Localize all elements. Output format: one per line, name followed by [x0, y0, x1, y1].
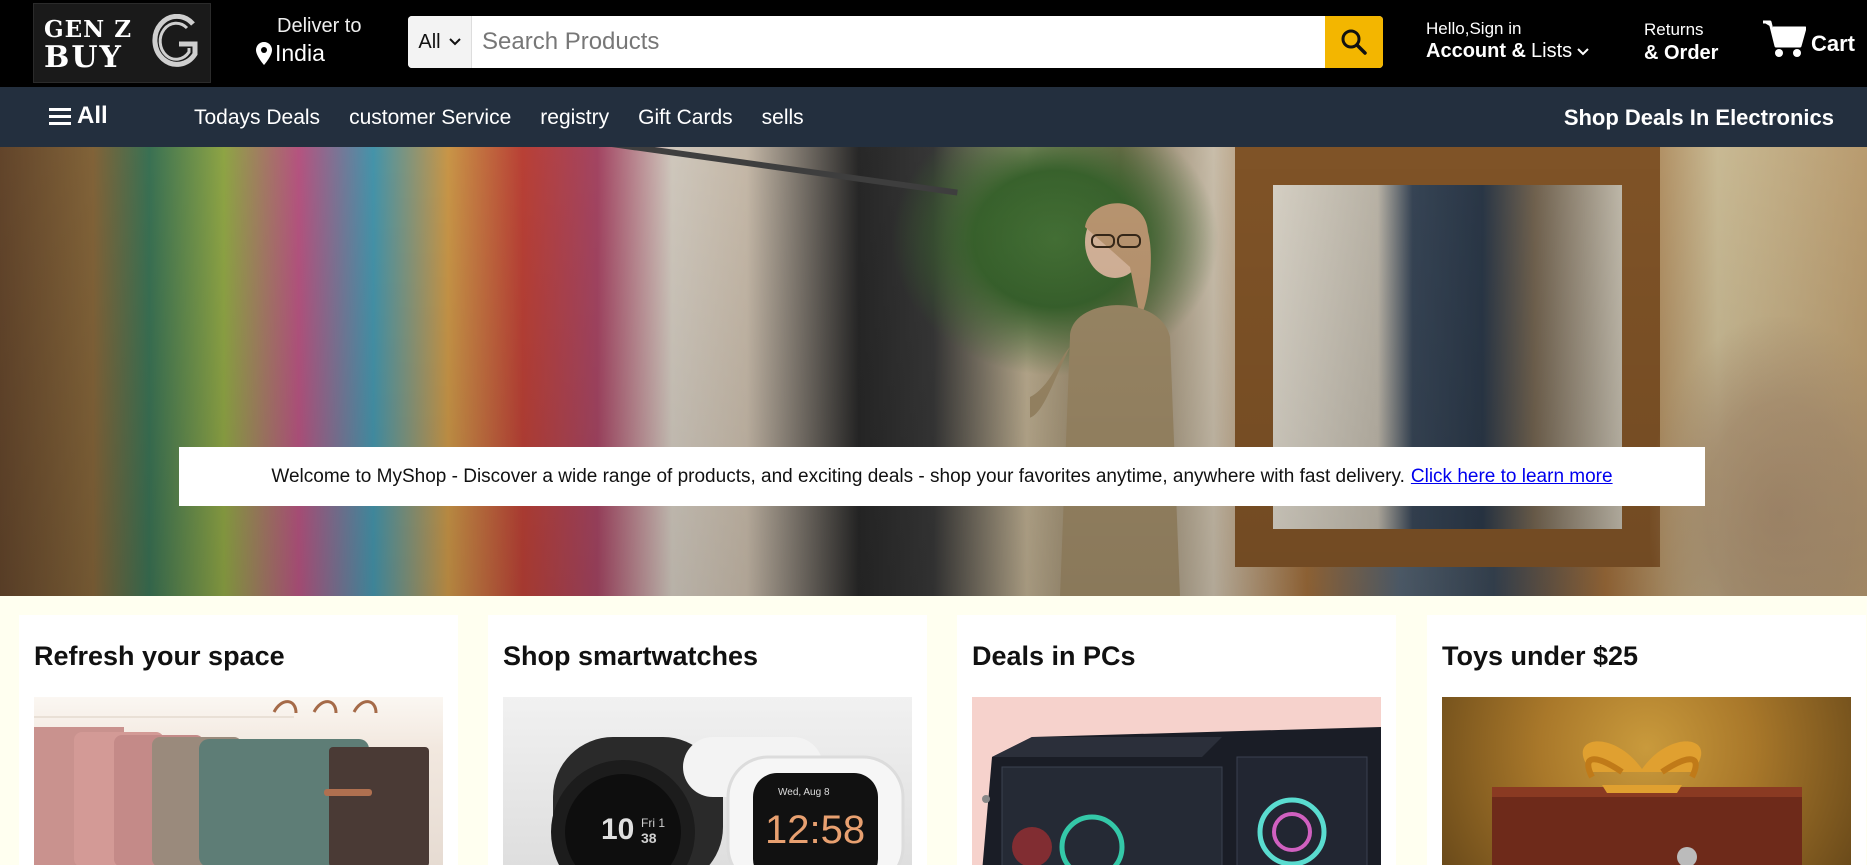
watch-face-number: 10: [601, 813, 634, 846]
cart-label: Cart: [1811, 31, 1856, 56]
nav-link-sells[interactable]: sells: [762, 106, 804, 130]
orders-label: & Order: [1644, 42, 1719, 64]
search-input[interactable]: [472, 16, 1325, 68]
returns-orders[interactable]: Returns & Order: [1644, 20, 1718, 65]
watch-time: 12:58: [765, 808, 865, 852]
hero-banner-image: [0, 147, 1867, 596]
card-title: Toys under $25: [1442, 641, 1639, 671]
chevron-down-icon: [1577, 47, 1589, 55]
welcome-message: Welcome to MyShop - Discover a wide rang…: [271, 465, 1405, 487]
category-card-smartwatches[interactable]: Shop smartwatches 10 Fri 1 38 Wed, Aug 8…: [488, 615, 927, 865]
returns-label: Returns: [1644, 20, 1704, 39]
all-menu-button[interactable]: All: [49, 102, 108, 130]
card-title: Refresh your space: [34, 641, 285, 671]
watch-date: Wed, Aug 8: [778, 787, 830, 798]
lists-label: Lists: [1531, 40, 1573, 62]
search-category-value: All: [418, 30, 441, 53]
cart-button[interactable]: Cart: [1762, 19, 1855, 59]
card-image-gift-box: [1442, 697, 1851, 865]
electronics-deals-link[interactable]: Shop Deals In Electronics: [1564, 105, 1834, 131]
signin-greeting: Hello,Sign in: [1426, 19, 1522, 38]
search-bar: All: [408, 16, 1383, 68]
all-menu-label: All: [77, 102, 108, 129]
logo-text-top: GEN Z: [44, 16, 132, 43]
deliver-location: India: [275, 40, 325, 66]
top-navbar: GEN Z BUY Deliver to India All Search Pr…: [0, 0, 1867, 87]
logo-text-bottom: BUY: [44, 40, 123, 75]
hamburger-icon: [49, 108, 71, 125]
sub-navbar: All Todays Deals customer Service regist…: [0, 87, 1867, 147]
cart-icon: [1763, 20, 1806, 57]
category-card-refresh-space[interactable]: Refresh your space: [19, 615, 458, 865]
site-logo[interactable]: GEN Z BUY: [33, 3, 211, 83]
account-label: Account &: [1426, 40, 1526, 62]
category-card-toys[interactable]: Toys under $25: [1427, 615, 1866, 865]
card-image-smartwatches: 10 Fri 1 38 Wed, Aug 8 12:58: [503, 697, 912, 865]
card-title: Deals in PCs: [972, 641, 1136, 671]
deliver-label: Deliver to: [277, 15, 362, 37]
search-category-select[interactable]: All: [408, 16, 472, 68]
logo-g-icon: [152, 14, 198, 67]
account-menu[interactable]: Hello,Sign in Account & Lists: [1426, 19, 1590, 63]
welcome-banner: Welcome to MyShop - Discover a wide rang…: [179, 447, 1705, 506]
chevron-down-icon: [448, 38, 461, 46]
learn-more-link[interactable]: Click here to learn more: [1411, 466, 1613, 488]
category-card-pcs[interactable]: Deals in PCs: [957, 615, 1396, 865]
search-icon: [1341, 29, 1367, 55]
deliver-to[interactable]: Deliver to India: [255, 15, 361, 67]
watch-face-seconds: 38: [641, 830, 657, 846]
card-image-pc: [972, 697, 1381, 865]
card-image-wallets: [34, 697, 443, 865]
search-button[interactable]: [1325, 16, 1383, 68]
nav-link-registry[interactable]: registry: [540, 106, 609, 130]
nav-link-gift-cards[interactable]: Gift Cards: [638, 106, 733, 130]
card-title: Shop smartwatches: [503, 641, 759, 671]
nav-link-todays-deals[interactable]: Todays Deals: [194, 106, 320, 130]
subnav-links: Todays Deals customer Service registry G…: [194, 106, 833, 130]
location-pin-icon: [256, 41, 272, 65]
nav-link-customer-service[interactable]: customer Service: [349, 106, 511, 130]
watch-face-small: Fri 1: [641, 816, 665, 830]
